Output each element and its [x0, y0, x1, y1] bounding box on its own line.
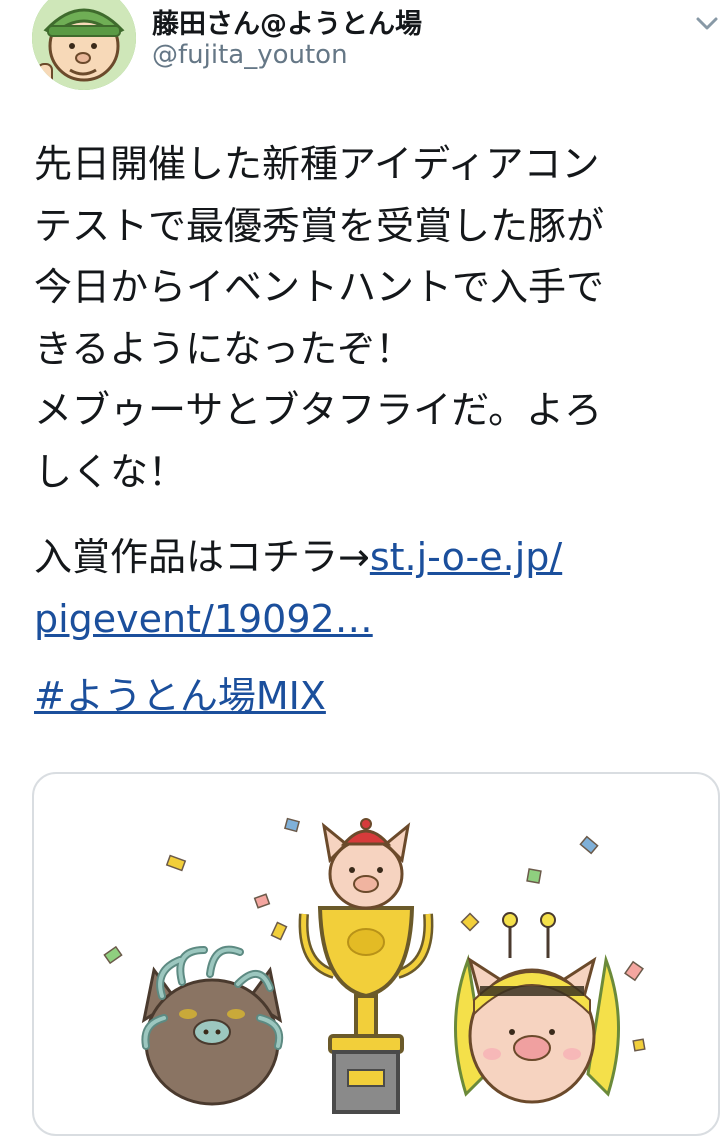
display-name[interactable]: 藤田さん@ようとん場: [152, 2, 422, 41]
tweet-line: しくな！: [34, 449, 187, 494]
url-link[interactable]: st.j-o-e.jp/: [370, 535, 562, 579]
tweet-line: 今日からイベントハントで入手で: [34, 265, 605, 309]
contest-winners-illustration: [103, 817, 646, 1114]
trophy: [298, 906, 434, 1114]
tweet-line: メブゥーサとブタフライだ。よろ: [34, 388, 603, 432]
chevron-down-icon: [696, 17, 718, 30]
tweet-menu-button[interactable]: [692, 8, 722, 38]
tweet-line: きるようになったぞ！: [34, 326, 414, 371]
url-link-continued[interactable]: pigevent/19092…: [34, 597, 373, 641]
tweet-line: 先日開催した新種アイディアコン: [34, 142, 600, 186]
tweet-header: 藤田さん@ようとん場 @fujita_youton: [0, 0, 728, 100]
tweet-line: テストで最優秀賞を受賞した豚が: [34, 203, 605, 248]
user-handle[interactable]: @fujita_youton: [152, 40, 348, 70]
link-paragraph: 入賞作品はコチラ→st.j-o-e.jp/ pigevent/19092…: [34, 526, 714, 650]
butterfly-pig: [454, 912, 620, 1104]
farmer-avatar-icon: [32, 0, 136, 90]
avatar[interactable]: [32, 0, 136, 90]
hashtag-link[interactable]: #ようとん場MIX: [34, 674, 326, 718]
pig-in-trophy: [321, 818, 411, 910]
tweet-body: 先日開催した新種アイディアコン テストで最優秀賞を受賞した豚が 今日からイベント…: [34, 134, 702, 503]
media-card[interactable]: [32, 772, 720, 1136]
hashtag-line: #ようとん場MIX: [34, 666, 326, 726]
link-prefix-text: 入賞作品はコチラ→: [34, 535, 370, 579]
medusa-pig: [141, 945, 284, 1106]
